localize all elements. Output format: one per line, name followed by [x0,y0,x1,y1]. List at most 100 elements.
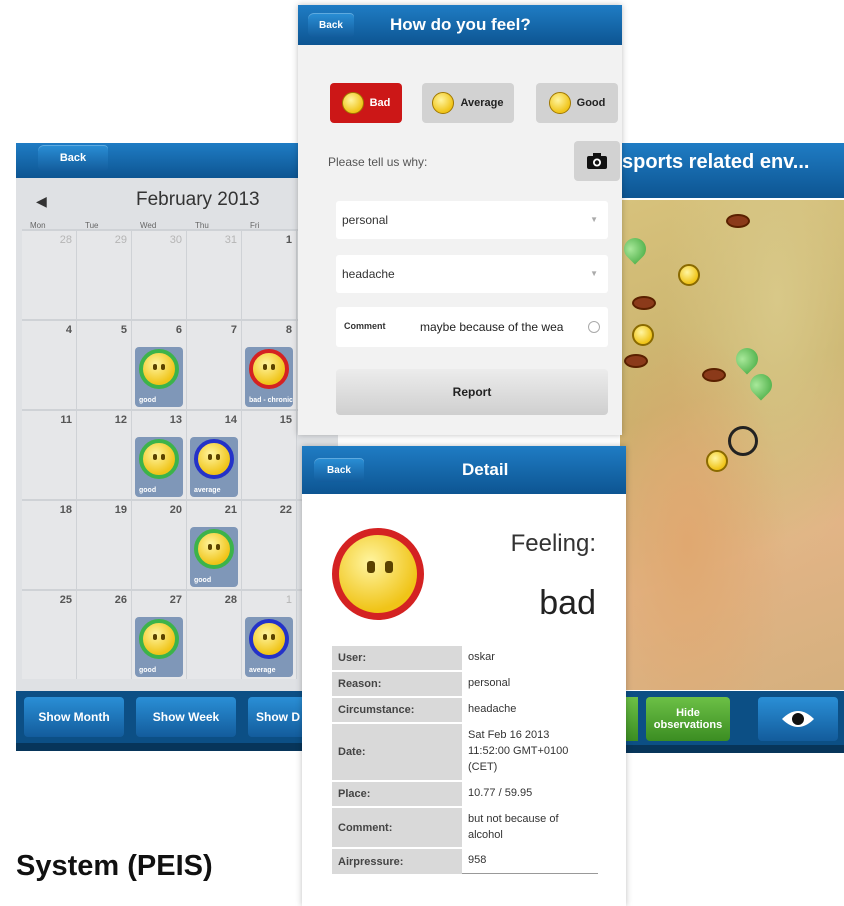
calendar-day[interactable]: 18 [22,501,77,589]
mood-average-button[interactable]: Average [422,83,514,123]
detail-value: 958 [462,847,598,875]
calendar-day[interactable]: 26 [77,591,132,679]
eye-icon[interactable] [758,697,838,741]
circumstance-value: headache [342,267,395,281]
mood-event-average[interactable]: average [190,437,238,497]
calendar-day[interactable]: 4 [22,321,77,409]
comment-input[interactable] [420,315,600,339]
detail-key: Circumstance: [332,695,462,723]
calendar-day[interactable]: 20 [132,501,187,589]
detail-row: Circumstance: headache [332,695,598,724]
detail-value: Sat Feb 16 2013 11:52:00 GMT+0100 (CET) [462,721,598,782]
calendar-day[interactable]: 13 good [132,411,187,499]
detail-back-button[interactable]: Back [314,458,364,482]
detail-table: User: oskar Reason: personal Circumstance:… [332,644,598,875]
calendar-action-bar: Back [16,143,338,178]
calendar-day[interactable]: 8 bad - chronic [242,321,297,409]
mood-event-good[interactable]: good [135,617,183,677]
location-target-icon[interactable] [728,426,758,456]
feel-action-bar: Back How do you feel? [298,5,622,45]
detail-title: Detail [462,460,509,479]
detail-value: personal [462,669,598,698]
detail-row: Place: 10.77 / 59.95 [332,779,598,808]
mood-event-good[interactable]: good [190,527,238,587]
mood-event-good[interactable]: good [135,437,183,497]
calendar-day[interactable]: 22 [242,501,297,589]
why-label: Please tell us why: [328,155,428,169]
calendar-day[interactable]: 29 [77,231,132,319]
comment-field: Comment [336,307,608,347]
good-smiley-icon [139,349,179,389]
calendar-day[interactable]: 19 [77,501,132,589]
feel-back-button[interactable]: Back [308,13,354,37]
month-label: February 2013 [136,189,260,210]
eye-marker-icon[interactable] [726,214,750,228]
map-pin-icon[interactable] [620,233,651,265]
calendar-day[interactable]: 28 [187,591,242,679]
calendar-day[interactable]: 21 good [187,501,242,589]
eye-marker-icon[interactable] [702,368,726,382]
smiley-marker-icon[interactable] [632,324,654,346]
detail-key: Comment: [332,805,462,849]
calendar-footer: Show Month Show Week Show D [16,691,338,751]
mood-good-button[interactable]: Good [536,83,618,123]
bad-smiley-icon [332,528,424,620]
map-pin-icon[interactable] [745,369,777,401]
reason-value: personal [342,213,389,227]
caption-text: System (PEIS) [16,850,213,882]
show-week-button[interactable]: Show Week [136,697,236,737]
calendar-day[interactable]: 31 [187,231,242,319]
detail-screen: Back Detail Feeling: bad User: oskar Reas… [302,446,626,906]
clear-icon[interactable] [588,321,600,333]
good-smiley-icon [139,439,179,479]
mood-event-bad[interactable]: bad - chronic [245,347,293,407]
previous-month-icon[interactable]: ◀ [36,193,47,210]
eye-marker-icon[interactable] [632,296,656,310]
calendar-day[interactable]: 11 [22,411,77,499]
calendar-day[interactable]: 28 [22,231,77,319]
eye-icon-graphic [782,711,814,727]
calendar-day[interactable]: 7 [187,321,242,409]
mood-good-label: Good [576,97,606,109]
hide-observations-button[interactable]: Hide observations [646,697,730,741]
calendar-day[interactable]: 5 [77,321,132,409]
mood-bad-button[interactable]: Bad [330,83,402,123]
circumstance-select[interactable]: headache ▼ [336,255,608,293]
eye-marker-icon[interactable] [624,354,648,368]
map-action-bar: sports related env... [620,143,844,198]
show-month-button[interactable]: Show Month [24,697,124,737]
reason-select[interactable]: personal ▼ [336,201,608,239]
mood-average-label: Average [460,97,504,109]
report-button[interactable]: Report [336,369,608,415]
good-smiley-icon [548,92,571,114]
calendar-screen: Back ◀ February 2013 Mon Tue Wed Thu Fri… [16,143,338,751]
calendar-day[interactable]: 14 average [187,411,242,499]
smiley-marker-icon[interactable] [678,264,700,286]
detail-key: Place: [332,779,462,807]
calendar-day[interactable]: 25 [22,591,77,679]
calendar-day[interactable]: 15 [242,411,297,499]
calendar-day[interactable]: 12 [77,411,132,499]
average-smiley-icon [194,439,234,479]
smiley-marker-icon[interactable] [706,450,728,472]
calendar-day[interactable]: 27 good [132,591,187,679]
calendar-day[interactable]: 30 [132,231,187,319]
calendar-week: 28 29 30 31 1 [22,229,332,319]
calendar-back-button[interactable]: Back [38,145,108,171]
calendar-day[interactable]: 6 good [132,321,187,409]
detail-value: 10.77 / 59.95 [462,779,598,808]
map-view[interactable] [620,200,844,690]
map-pin-icon[interactable] [731,343,763,375]
calendar-day[interactable]: 1 average [242,591,297,679]
mood-event-good[interactable]: good [135,347,183,407]
mood-bad-label: Bad [369,97,391,109]
camera-button[interactable] [574,141,620,181]
detail-action-bar: Back Detail [302,446,626,494]
calendar-grid: 28 29 30 31 1 4 5 6 good 7 8 bad - chron… [22,229,332,679]
good-smiley-icon [194,529,234,569]
calendar-day[interactable]: 1 [242,231,297,319]
mood-event-average[interactable]: average [245,617,293,677]
calendar-week: 4 5 6 good 7 8 bad - chronic [22,319,332,409]
camera-icon [587,153,607,169]
comment-label: Comment [344,321,386,331]
